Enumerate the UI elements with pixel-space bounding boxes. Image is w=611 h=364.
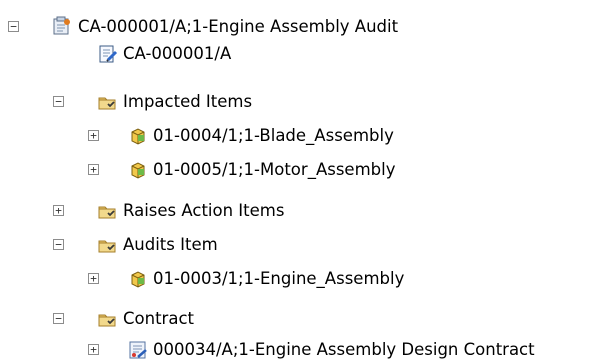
expand-toggle[interactable]: + — [88, 273, 99, 284]
tree-node-label: Audits Item — [123, 235, 218, 254]
folder-icon — [98, 314, 116, 327]
folder-icon — [98, 97, 116, 110]
tree-node-label: 000034/A;1-Engine Assembly Design Contra… — [153, 340, 535, 359]
tree-node-audit[interactable]: − CA-000001/A;1-Engine Assembly Audit — [0, 13, 611, 41]
tree-node-label: Raises Action Items — [123, 201, 285, 220]
tree-node-blade-assembly[interactable]: + 01-0004/1;1-Blade_Assembly — [0, 122, 611, 150]
item-revision-icon — [131, 162, 145, 179]
expand-toggle[interactable]: + — [88, 344, 99, 355]
tree-node-motor-assembly[interactable]: + 01-0005/1;1-Motor_Assembly — [0, 156, 611, 184]
tree-node-revision[interactable]: CA-000001/A — [0, 40, 611, 68]
contract-icon — [129, 341, 147, 359]
expand-toggle[interactable]: + — [53, 205, 64, 216]
tree-node-label: 01-0005/1;1-Motor_Assembly — [153, 160, 396, 179]
change-audit-icon — [53, 16, 70, 35]
folder-icon — [98, 206, 116, 219]
folder-icon — [98, 240, 116, 253]
item-revision-icon — [131, 128, 145, 145]
expand-toggle[interactable]: + — [88, 130, 99, 141]
tree-node-contract[interactable]: − Contract — [0, 305, 611, 333]
collapse-toggle[interactable]: − — [8, 21, 19, 32]
tree-node-audits-item[interactable]: − Audits Item — [0, 231, 611, 259]
tree-node-impacted-items[interactable]: − Impacted Items — [0, 88, 611, 116]
tree-node-label: 01-0004/1;1-Blade_Assembly — [153, 126, 394, 145]
collapse-toggle[interactable]: − — [53, 313, 64, 324]
tree-node-label: 01-0003/1;1-Engine_Assembly — [153, 269, 405, 288]
tree-node-label: Contract — [123, 309, 194, 328]
collapse-toggle[interactable]: − — [53, 239, 64, 250]
tree-node-design-contract[interactable]: + 000034/A;1-Engine Assembly Design Cont… — [0, 336, 611, 364]
tree-node-label: CA-000001/A;1-Engine Assembly Audit — [78, 17, 399, 36]
revision-doc-icon — [99, 45, 118, 63]
expand-toggle[interactable]: + — [88, 164, 99, 175]
item-revision-icon — [131, 271, 145, 288]
tree-node-raises-action-items[interactable]: + Raises Action Items — [0, 197, 611, 225]
tree-node-label: CA-000001/A — [123, 44, 232, 63]
tree-view: − CA-000001/A;1-Engine Assembly Audit CA… — [0, 0, 611, 364]
tree-node-engine-assembly[interactable]: + 01-0003/1;1-Engine_Assembly — [0, 265, 611, 293]
collapse-toggle[interactable]: − — [53, 96, 64, 107]
tree-node-label: Impacted Items — [123, 92, 253, 111]
